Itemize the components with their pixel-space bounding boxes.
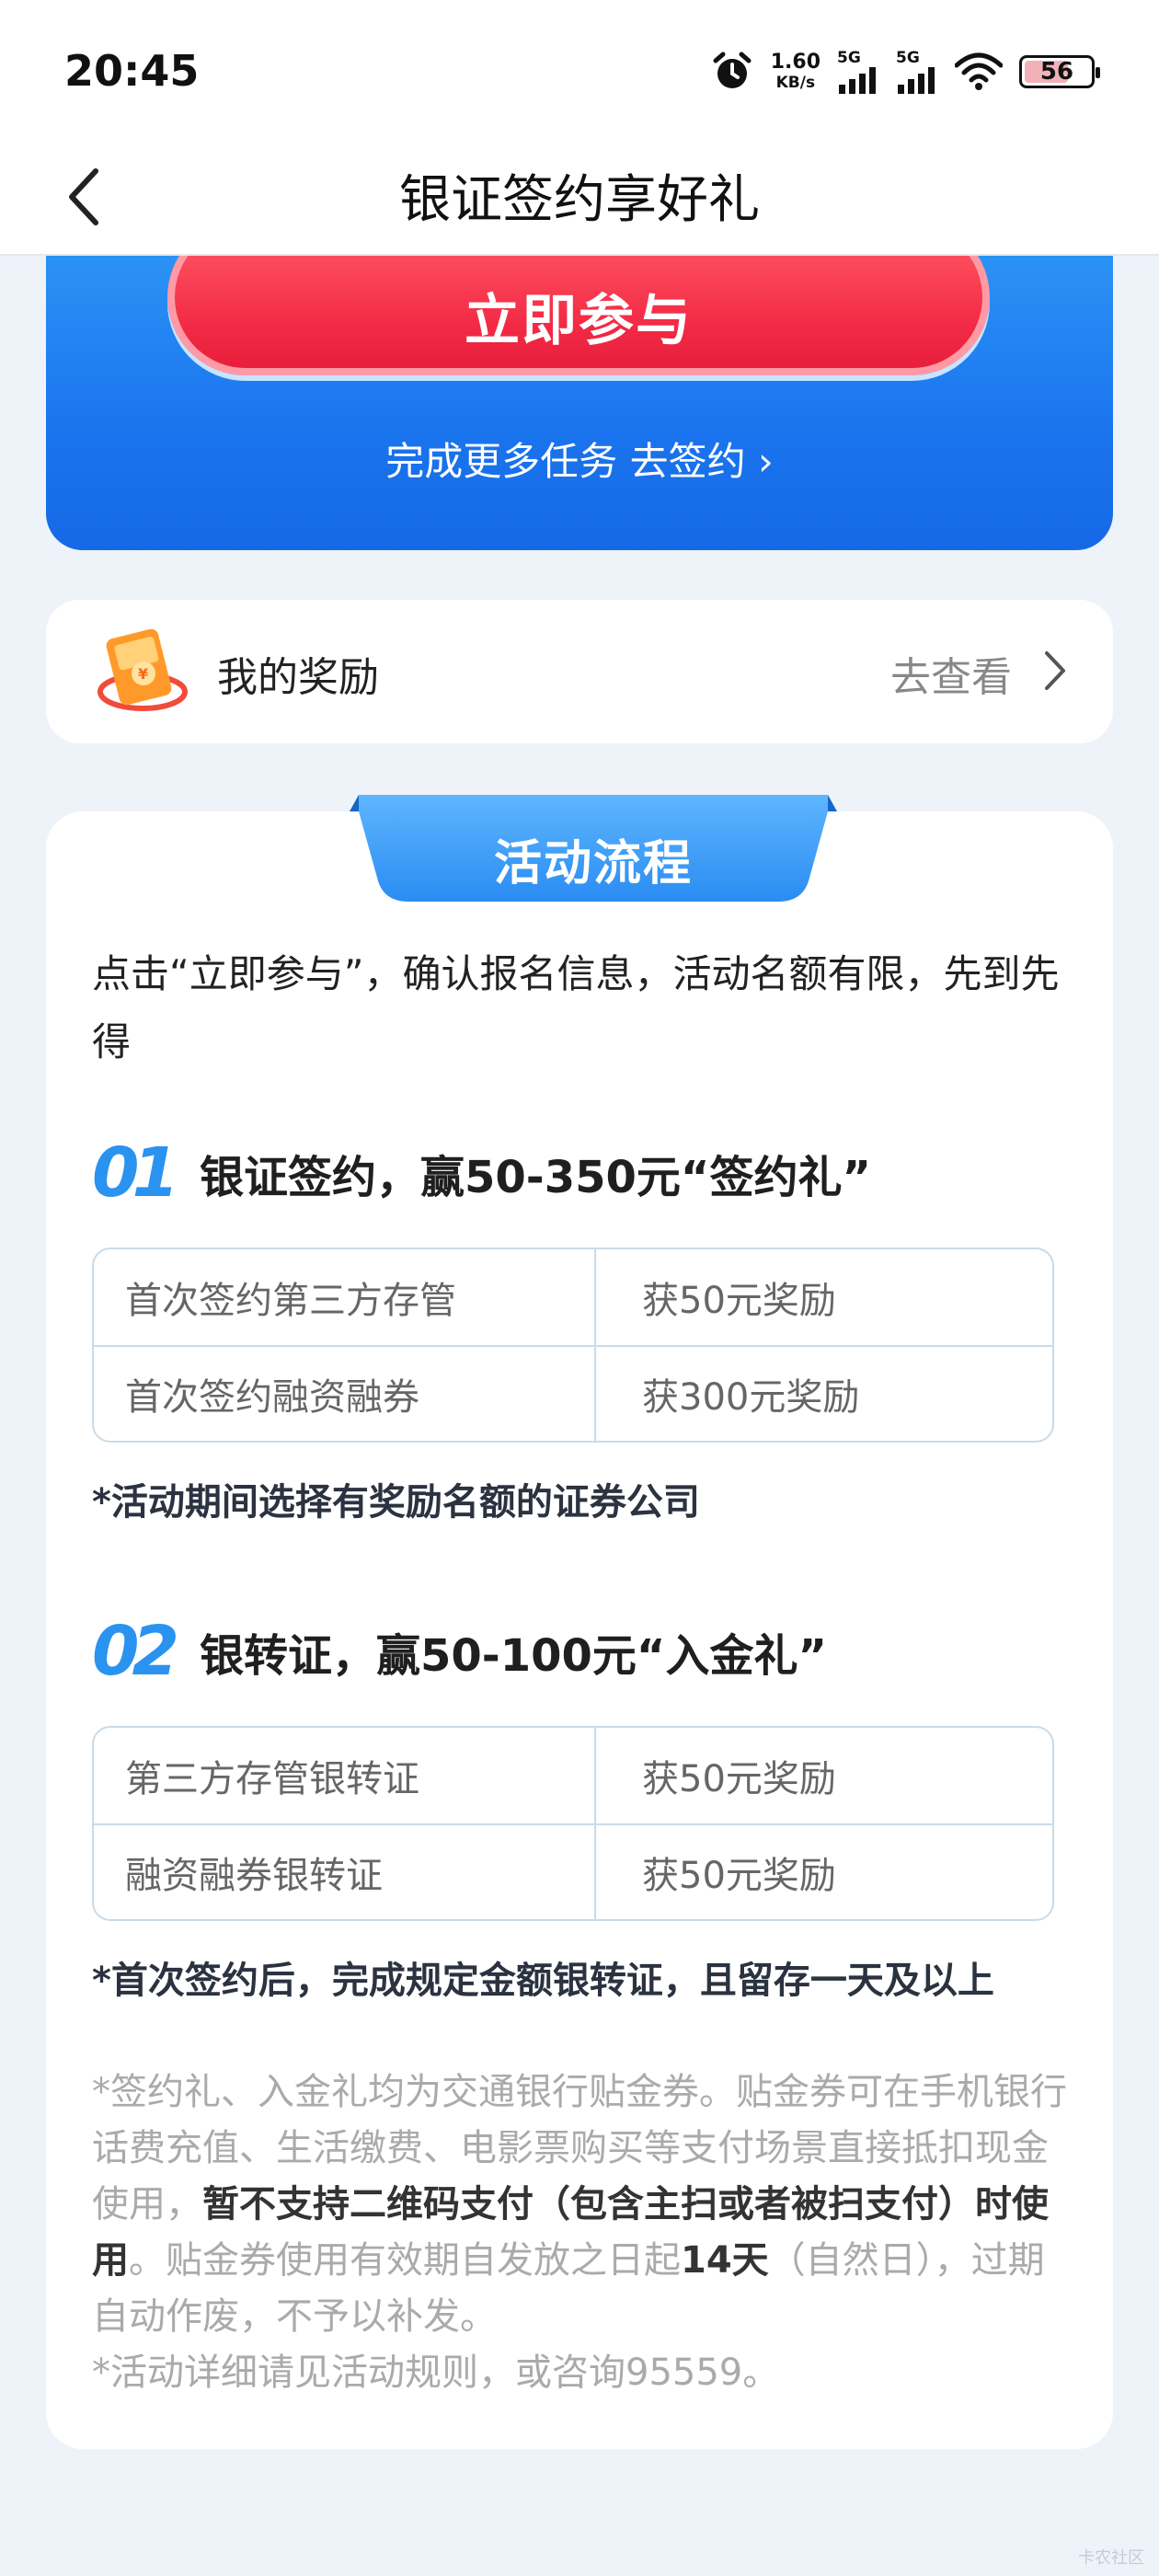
join-now-label: 立即参与 [465, 288, 693, 353]
table-row: 第三方存管银转证 获50元奖励 [94, 1728, 1052, 1823]
activity-process-card: 活动流程 点击“立即参与”，确认报名信息，活动名额有限，先到先得 01 银证签约… [46, 795, 1113, 2449]
chevron-right-icon [1045, 651, 1065, 690]
table-row: 首次签约第三方存管 获50元奖励 [94, 1249, 1052, 1345]
signal-bars-icon [839, 66, 876, 94]
table-cell-item: 首次签约融资融券 [94, 1347, 596, 1441]
step-1-title: 银证签约，赢50-350元“签约礼” [199, 1152, 871, 1203]
process-tab-title: 活动流程 [493, 836, 693, 891]
status-icons: 1.60 KB/s 5G 5G 56 [710, 44, 1100, 99]
table-cell-reward: 获300元奖励 [642, 1376, 860, 1419]
alarm-icon [713, 52, 752, 88]
table-cell-reward: 获50元奖励 [642, 1855, 836, 1897]
step-2-title: 银转证，赢50-100元“入金礼” [199, 1630, 827, 1682]
coupon-icon: ¥ [98, 628, 188, 711]
table-cell-item: 融资融券银转证 [94, 1825, 596, 1919]
step-2-title-row: 02 银转证，赢50-100元“入金礼” [92, 1612, 827, 1691]
step-2-reward-table: 第三方存管银转证 获50元奖励 融资融券银转证 获50元奖励 [92, 1726, 1054, 1921]
step-2-number: 02 [92, 1612, 179, 1691]
signal-sim2: 5G [896, 50, 938, 94]
svg-text:¥: ¥ [138, 665, 148, 683]
promo-banner: 立即参与 完成更多任务 去签约 › [46, 256, 1113, 550]
signal-sim1: 5G [837, 50, 879, 94]
signal-bars-icon [898, 66, 935, 94]
step-2-note: *首次签约后，完成规定金额银转证，且留存一天及以上 [92, 1960, 994, 2002]
wifi-icon [955, 52, 1003, 90]
more-tasks-link[interactable]: 完成更多任务 去签约 › [46, 431, 1113, 487]
terms-fineprint: *签约礼、入金礼均为交通银行贴金券。贴金券可在手机银行话费充值、生活缴费、电影票… [92, 2071, 1067, 2394]
nav-bar: 银证签约享好礼 [0, 138, 1159, 256]
terms-validity-days: 14天 [681, 2239, 769, 2282]
view-rewards-link[interactable]: 去查看 [890, 644, 1012, 703]
my-rewards-label: 我的奖励 [217, 654, 379, 701]
battery-indicator: 56 [1019, 55, 1100, 88]
network-speed: 1.60 KB/s [770, 51, 820, 92]
join-now-button[interactable]: 立即参与 [167, 256, 990, 375]
my-rewards-card[interactable]: ¥ 我的奖励 去查看 [46, 600, 1113, 743]
watermark: 卡农社区 [1078, 2548, 1144, 2568]
process-tab-header: 活动流程 [350, 793, 837, 903]
step-1-note: *活动期间选择有奖励名额的证券公司 [92, 1481, 700, 1524]
step-1-reward-table: 首次签约第三方存管 获50元奖励 首次签约融资融券 获300元奖励 [92, 1248, 1054, 1443]
table-cell-reward: 获50元奖励 [642, 1758, 836, 1800]
table-row: 首次签约融资融券 获300元奖励 [94, 1345, 1052, 1441]
step-1-number: 01 [92, 1133, 179, 1213]
table-cell-item: 第三方存管银转证 [94, 1728, 596, 1823]
status-bar: 20:45 1.60 KB/s 5G 5G 56 [0, 0, 1159, 138]
table-row: 融资融券银转证 获50元奖励 [94, 1823, 1052, 1919]
page-title: 银证签约享好礼 [399, 170, 760, 230]
terms-contact: *活动详细请见活动规则，或咨询95559。 [92, 2352, 780, 2394]
table-cell-reward: 获50元奖励 [642, 1280, 836, 1322]
status-time: 20:45 [64, 46, 200, 96]
step-1-title-row: 01 银证签约，赢50-350元“签约礼” [92, 1133, 871, 1213]
process-intro: 点击“立即参与”，确认报名信息，活动名额有限，先到先得 [92, 951, 1060, 1064]
table-cell-item: 首次签约第三方存管 [94, 1249, 596, 1345]
